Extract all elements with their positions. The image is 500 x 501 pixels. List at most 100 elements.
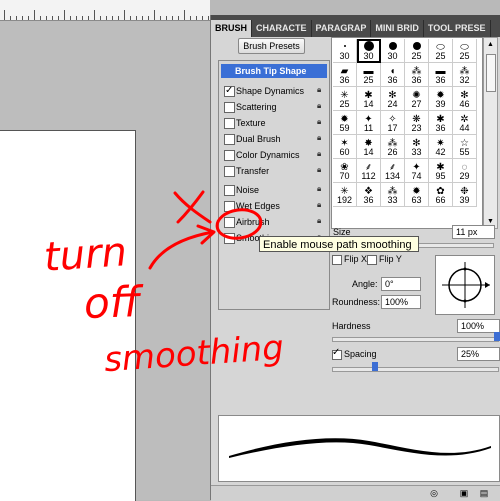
brush-tip-cell[interactable]: ✹ 63: [405, 183, 429, 207]
brush-tip-cell[interactable]: ⬭ 25: [453, 39, 477, 63]
brush-tip-cell[interactable]: ✹ 39: [429, 87, 453, 111]
brush-tip-cell[interactable]: ▰ 36: [333, 63, 357, 87]
brush-tip-cell[interactable]: 30: [381, 39, 405, 63]
lock-icon[interactable]: 🔒︎: [317, 201, 324, 209]
option-checkbox[interactable]: [224, 150, 235, 161]
flip-x-checkbox[interactable]: Flip X: [332, 254, 367, 265]
brush-tip-cell[interactable]: ❖ 36: [357, 183, 381, 207]
flip-x-box[interactable]: [332, 254, 342, 265]
new-preset-icon[interactable]: ▣: [459, 488, 469, 498]
hardness-slider[interactable]: [332, 332, 500, 342]
brush-tip-cell[interactable]: ⁂ 26: [381, 135, 405, 159]
brush-tip-cell[interactable]: ✸ 14: [357, 135, 381, 159]
option-dual-brush[interactable]: Dual Brush 🔒︎: [221, 132, 327, 146]
brush-grid-scrollbar[interactable]: ▲ ▼: [483, 37, 498, 229]
option-checkbox[interactable]: [224, 201, 235, 212]
option-brush-tip-shape[interactable]: Brush Tip Shape: [221, 64, 327, 78]
lock-icon[interactable]: 🔒︎: [317, 118, 324, 126]
spacing-slider-knob[interactable]: [371, 362, 378, 371]
option-transfer[interactable]: Transfer 🔒︎: [221, 164, 327, 178]
lock-icon[interactable]: 🔒︎: [317, 150, 324, 158]
lock-icon[interactable]: 🔒︎: [317, 185, 324, 193]
brush-tip-cell[interactable]: ✲ 44: [453, 111, 477, 135]
brush-tip-cell[interactable]: ⁂ 32: [453, 63, 477, 87]
brush-tip-cell[interactable]: ✻ 24: [381, 87, 405, 111]
brush-tip-cell[interactable]: ⸙ 112: [357, 159, 381, 183]
brush-angle-preview[interactable]: [435, 255, 495, 315]
brush-tip-cell[interactable]: ▬ 36: [429, 63, 453, 87]
option-texture[interactable]: Texture 🔒︎: [221, 116, 327, 130]
spacing-box[interactable]: [332, 347, 342, 360]
brush-tip-cell[interactable]: ⁂ 33: [381, 183, 405, 207]
brush-tip-cell[interactable]: ⬭ 25: [429, 39, 453, 63]
brush-tip-cell[interactable]: 30: [357, 39, 381, 63]
scroll-up-icon[interactable]: ▲: [486, 40, 495, 49]
lock-icon[interactable]: 🔒︎: [317, 134, 324, 142]
lock-icon[interactable]: 🔒︎: [317, 86, 324, 94]
angle-input[interactable]: 0°: [381, 277, 421, 291]
option-checkbox[interactable]: [224, 134, 235, 145]
hardness-input[interactable]: 100%: [457, 319, 500, 333]
brush-tip-cell[interactable]: ✦ 74: [405, 159, 429, 183]
brush-tip-cell[interactable]: ✹ 59: [333, 111, 357, 135]
tab-paragraph[interactable]: PARAGRAP: [312, 20, 372, 37]
option-airbrush[interactable]: Airbrush 🔒︎: [221, 215, 327, 229]
spacing-input[interactable]: 25%: [457, 347, 500, 361]
tab-mini-bridge[interactable]: MINI BRID: [371, 20, 424, 37]
brush-tip-cell[interactable]: ❋ 23: [405, 111, 429, 135]
brush-tip-cell[interactable]: ✳ 25: [333, 87, 357, 111]
size-input[interactable]: 11 px: [452, 225, 495, 239]
option-checkbox[interactable]: [224, 233, 235, 244]
brush-tip-cell[interactable]: ✻ 46: [453, 87, 477, 111]
roundness-input[interactable]: 100%: [381, 295, 421, 309]
brush-presets-button[interactable]: Brush Presets: [238, 38, 305, 54]
brush-tip-cell[interactable]: ❉ 39: [453, 183, 477, 207]
spacing-slider[interactable]: [332, 362, 499, 372]
brush-tip-grid[interactable]: 30 30 30 25 ⬭ 25 ⬭ 25 ▰ 36 ▬ 25 ◖ 36 ⁂ 36 ▬ 36 ⁂ 32 ✳ 25 ✱ 14 ✻ 2…: [331, 37, 483, 229]
panel-menu-icon[interactable]: ▤: [479, 488, 489, 498]
lock-icon[interactable]: 🔒︎: [317, 217, 324, 225]
brush-tip-cell[interactable]: ✿ 66: [429, 183, 453, 207]
brush-tip-cell[interactable]: ✦ 11: [357, 111, 381, 135]
option-checkbox[interactable]: [224, 217, 235, 228]
brush-tip-cell[interactable]: ◖ 36: [381, 63, 405, 87]
tab-brush[interactable]: BRUSH: [211, 20, 253, 37]
option-checkbox[interactable]: [224, 102, 235, 113]
lock-icon[interactable]: 🔒︎: [317, 102, 324, 110]
tab-tool-presets[interactable]: TOOL PRESE: [424, 20, 491, 37]
option-noise[interactable]: Noise 🔒︎: [221, 183, 327, 197]
option-color-dynamics[interactable]: Color Dynamics 🔒︎: [221, 148, 327, 162]
option-checkbox[interactable]: [224, 166, 235, 177]
hardness-slider-knob[interactable]: [494, 332, 500, 341]
option-checkbox[interactable]: [224, 185, 235, 196]
option-checkbox[interactable]: [224, 84, 235, 98]
brush-tip-cell[interactable]: ⁂ 36: [405, 63, 429, 87]
tab-character[interactable]: CHARACTE: [252, 20, 312, 37]
brush-tip-cell[interactable]: ✧ 17: [381, 111, 405, 135]
flip-y-box[interactable]: [367, 254, 377, 265]
brush-tip-cell[interactable]: ☆ 55: [453, 135, 477, 159]
brush-tip-cell[interactable]: ✺ 27: [405, 87, 429, 111]
brush-tip-cell[interactable]: ✶ 60: [333, 135, 357, 159]
brush-tip-cell[interactable]: ✱ 14: [357, 87, 381, 111]
brush-tip-cell[interactable]: 30: [333, 39, 357, 63]
brush-tip-cell[interactable]: ✻ 33: [405, 135, 429, 159]
brush-tip-cell[interactable]: 25: [405, 39, 429, 63]
option-checkbox[interactable]: [224, 118, 235, 129]
option-scattering[interactable]: Scattering 🔒︎: [221, 100, 327, 114]
lock-icon[interactable]: 🔒︎: [317, 166, 324, 174]
option-wet-edges[interactable]: Wet Edges 🔒︎: [221, 199, 327, 213]
brush-tip-cell[interactable]: ✳ 192: [333, 183, 357, 207]
brush-tip-cell[interactable]: ⸙ 134: [381, 159, 405, 183]
brush-tip-cell[interactable]: ✷ 42: [429, 135, 453, 159]
brush-tip-cell[interactable]: ▬ 25: [357, 63, 381, 87]
flip-y-checkbox[interactable]: Flip Y: [367, 254, 402, 265]
option-shape-dynamics[interactable]: Shape Dynamics 🔒︎: [221, 84, 327, 98]
brush-tip-cell[interactable]: ✱ 36: [429, 111, 453, 135]
brush-tip-cell[interactable]: ◌ 29: [453, 159, 477, 183]
brush-tip-cell[interactable]: ❀ 70: [333, 159, 357, 183]
scrollbar-thumb[interactable]: [486, 54, 496, 92]
spacing-checkbox[interactable]: Spacing: [332, 347, 377, 360]
brush-tip-cell[interactable]: ✱ 95: [429, 159, 453, 183]
toggle-preview-icon[interactable]: ◎: [429, 488, 439, 498]
